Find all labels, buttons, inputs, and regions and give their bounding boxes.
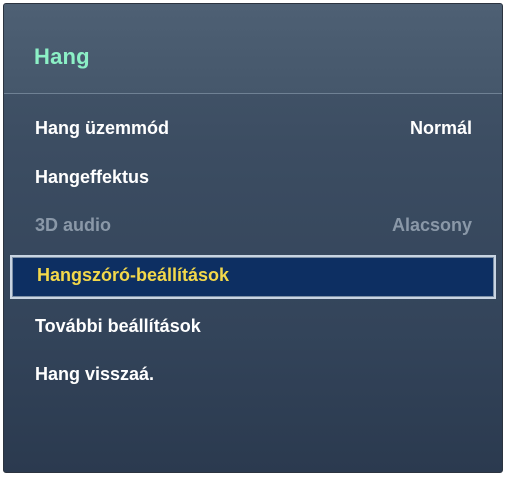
header-divider	[4, 93, 502, 94]
menu-item-label: További beállítások	[35, 315, 201, 336]
sound-settings-panel: Hang Hang üzemmód Normál Hangeffektus 3D…	[3, 3, 503, 473]
menu-item-label: Hangszóró-beállítások	[37, 264, 230, 285]
menu-item-label: 3D audio	[35, 215, 112, 235]
panel-header: Hang	[4, 4, 502, 93]
menu-item-label: Hang üzemmód	[35, 118, 170, 138]
menu-item-sound-mode[interactable]: Hang üzemmód Normál	[4, 106, 502, 155]
menu-item-value: Normál	[409, 118, 472, 138]
page-title: Hang	[34, 44, 90, 69]
menu-item-sound-effect[interactable]: Hangeffektus	[4, 155, 502, 204]
menu-item-reset-sound[interactable]: Hang visszaá.	[4, 352, 502, 401]
settings-menu: Hang üzemmód Normál Hangeffektus 3D audi…	[4, 106, 502, 401]
menu-item-label: Hangeffektus	[35, 166, 150, 187]
menu-item-3d-audio: 3D audio Alacsony	[4, 203, 502, 252]
menu-item-value: Alacsony	[391, 215, 472, 235]
menu-item-additional-settings[interactable]: További beállítások	[4, 304, 502, 353]
menu-item-label: Hang visszaá.	[35, 364, 155, 384]
menu-item-speaker-settings[interactable]: Hangszóró-beállítások	[10, 254, 496, 299]
